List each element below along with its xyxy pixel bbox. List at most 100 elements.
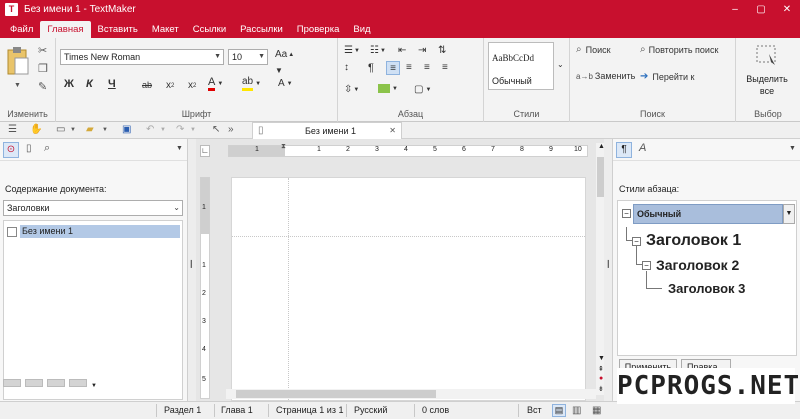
paste-icon[interactable] xyxy=(6,46,30,76)
clear-format-button[interactable]: A ▼ xyxy=(278,78,293,89)
chevron-down-icon[interactable]: ▼ xyxy=(789,145,796,152)
font-name-combo[interactable]: Times New Roman ▼ xyxy=(60,49,224,65)
open-folder-icon[interactable]: ▰ xyxy=(86,124,94,135)
hamburger-menu-icon[interactable]: ☰ xyxy=(8,124,17,135)
save-icon[interactable]: ▣ xyxy=(122,124,131,135)
tab-home[interactable]: Главная xyxy=(40,21,91,38)
highlight-button[interactable]: ab ▼ xyxy=(242,76,261,91)
prev-page-icon[interactable]: ⇞ xyxy=(598,365,604,373)
italic-button[interactable]: К xyxy=(86,78,93,90)
shrink-font-button[interactable]: ▼ xyxy=(275,66,283,75)
next-page-icon[interactable]: ⇟ xyxy=(598,385,604,393)
indent-marker-icon[interactable]: ⧗ xyxy=(281,143,286,151)
redo-icon[interactable]: ↷ xyxy=(176,124,184,135)
page-view-icon[interactable]: ▥ xyxy=(572,405,581,416)
undo-icon[interactable]: ↶ xyxy=(146,124,154,135)
superscript-button[interactable]: x2 xyxy=(188,80,196,91)
normal-view-icon[interactable]: ▤ xyxy=(552,404,566,417)
line-spacing-icon[interactable]: ↕ xyxy=(344,62,349,73)
replace-button[interactable]: a→b Заменить xyxy=(576,71,635,81)
collapse-left-icon[interactable]: ❙ xyxy=(188,259,195,268)
right-splitter[interactable]: ❙ xyxy=(604,139,612,401)
minimize-button[interactable]: – xyxy=(722,0,748,19)
checkbox[interactable] xyxy=(7,227,17,237)
nav-button[interactable] xyxy=(69,379,87,387)
style-gallery[interactable]: AaBbCcDd Обычный xyxy=(488,42,554,90)
tab-view[interactable]: Вид xyxy=(346,21,377,38)
bold-button[interactable]: Ж xyxy=(64,78,74,90)
subscript-button[interactable]: x2 xyxy=(166,80,174,91)
collapse-icon[interactable]: − xyxy=(622,209,631,218)
bullet-list-icon[interactable]: ☰ ▼ xyxy=(344,45,360,56)
browse-object-icon[interactable]: ● xyxy=(599,375,603,382)
goto-button[interactable]: ➔ Перейти к xyxy=(640,71,695,82)
tab-file[interactable]: Файл xyxy=(3,21,40,38)
justify-icon[interactable]: ≡ xyxy=(442,62,448,73)
chevron-down-icon[interactable]: ▼ xyxy=(160,127,166,133)
search-icon[interactable]: ⌕ xyxy=(44,142,50,155)
shading-icon[interactable]: ▼ xyxy=(378,84,398,93)
nav-button[interactable] xyxy=(47,379,65,387)
tab-layout[interactable]: Макет xyxy=(145,21,186,38)
repeat-search-button[interactable]: ⌕ Повторить поиск xyxy=(640,44,718,55)
format-painter-icon[interactable]: ✎ xyxy=(38,80,47,93)
font-size-combo[interactable]: 10 ▼ xyxy=(228,49,268,65)
underline-button[interactable]: Ч xyxy=(108,78,116,90)
select-all-button[interactable]: Выделить все xyxy=(736,42,798,98)
align-center-icon[interactable]: ≡ xyxy=(406,62,412,73)
collapse-right-icon[interactable]: ❙ xyxy=(605,259,612,268)
horizontal-ruler[interactable]: 1 ⧗ 1 2 3 4 5 6 7 8 9 10 xyxy=(228,143,588,157)
tab-review[interactable]: Проверка xyxy=(290,21,347,38)
chevron-down-icon[interactable]: ▼ xyxy=(70,127,76,133)
decrease-indent-icon[interactable]: ⇤ xyxy=(398,45,406,56)
style-item-normal[interactable]: − Обычный ▼ xyxy=(620,203,795,225)
borders-icon[interactable]: ▢ ▼ xyxy=(414,84,431,95)
chevron-down-icon[interactable]: ⌄ xyxy=(557,60,564,69)
nav-button[interactable] xyxy=(3,379,21,387)
paragraph-styles-icon[interactable]: ¶ xyxy=(616,142,632,158)
spacing-icon[interactable]: ⇳ ▼ xyxy=(344,84,359,95)
strikethrough-button[interactable]: ab xyxy=(142,80,152,90)
tab-mailings[interactable]: Рассылки xyxy=(233,21,290,38)
tab-references[interactable]: Ссылки xyxy=(186,21,233,38)
scroll-thumb[interactable] xyxy=(236,390,436,398)
close-button[interactable]: ✕ xyxy=(774,0,800,19)
status-insert-mode[interactable]: Вст xyxy=(527,405,542,415)
close-icon[interactable]: ✕ xyxy=(389,126,396,135)
sort-icon[interactable]: ⇅ xyxy=(438,45,446,56)
numbered-list-icon[interactable]: ☷ ▼ xyxy=(370,45,386,56)
paragraph-mark-icon[interactable]: ¶ xyxy=(368,62,374,74)
align-left-icon[interactable]: ≡ xyxy=(386,61,400,75)
chevron-down-icon[interactable]: ▼ xyxy=(176,145,183,152)
navigator-icon[interactable]: ⊙ xyxy=(3,142,19,158)
document-tab[interactable]: ▯ Без имени 1 ✕ xyxy=(252,122,402,139)
cut-icon[interactable]: ✂ xyxy=(38,44,47,57)
status-language[interactable]: Русский xyxy=(354,405,387,415)
increase-indent-icon[interactable]: ⇥ xyxy=(418,45,426,56)
chevron-down-icon[interactable]: ▼ xyxy=(190,127,196,133)
collapse-icon[interactable]: − xyxy=(632,237,641,246)
maximize-button[interactable]: ▢ xyxy=(748,0,774,19)
chevron-down-icon[interactable]: ▼ xyxy=(102,127,108,133)
left-splitter[interactable]: ❙ xyxy=(188,139,196,401)
list-item[interactable]: Без имени 1 xyxy=(6,225,182,239)
pages-icon[interactable]: ▯ xyxy=(26,143,32,154)
overflow-icon[interactable]: » xyxy=(228,124,234,135)
align-right-icon[interactable]: ≡ xyxy=(424,62,430,73)
search-button[interactable]: ⌕ Поиск xyxy=(576,44,611,55)
hand-tool-icon[interactable]: ✋ xyxy=(30,124,42,135)
horizontal-scrollbar[interactable] xyxy=(226,389,596,399)
outline-type-dropdown[interactable]: Заголовки ⌄ xyxy=(3,200,183,216)
nav-button[interactable] xyxy=(25,379,43,387)
tab-insert[interactable]: Вставить xyxy=(91,21,145,38)
chevron-down-icon[interactable]: ▼ xyxy=(91,383,97,389)
tab-stop-selector[interactable]: ∟ xyxy=(200,145,210,157)
character-styles-icon[interactable]: A xyxy=(639,142,646,154)
font-color-button[interactable]: A ▼ xyxy=(208,76,223,91)
grow-font-button[interactable]: Aa ▲ xyxy=(275,49,294,60)
copy-icon[interactable]: ❐ xyxy=(38,62,48,75)
vertical-ruler[interactable]: 1 1 2 3 4 5 xyxy=(200,177,210,399)
document-page[interactable] xyxy=(231,177,586,401)
new-document-icon[interactable]: ▭ xyxy=(56,124,65,135)
pointer-icon[interactable]: ↖ xyxy=(212,124,220,135)
